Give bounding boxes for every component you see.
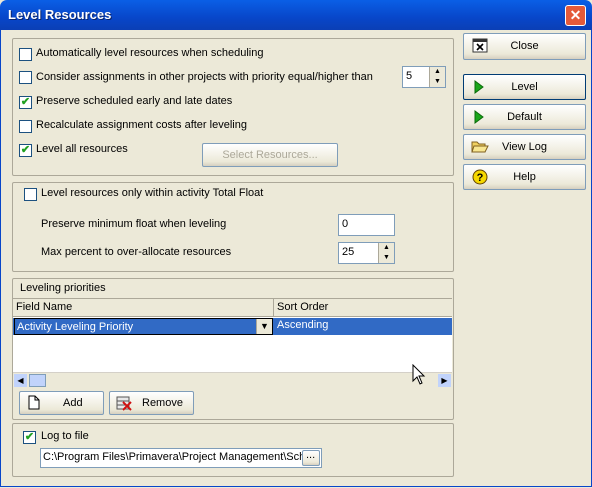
log-path-value: C:\Program Files\Primavera\Project Manag…: [43, 451, 312, 463]
remove-button[interactable]: Remove: [109, 391, 194, 415]
new-document-icon: [28, 395, 40, 410]
priority-spin-buttons[interactable]: ▲ ▼: [429, 67, 445, 87]
browse-button[interactable]: ...: [302, 449, 320, 466]
spin-up-icon[interactable]: ▲: [430, 67, 445, 77]
log-path-field[interactable]: C:\Program Files\Primavera\Project Manag…: [40, 448, 322, 468]
field-name-dropdown[interactable]: Activity Leveling Priority ▼: [14, 318, 273, 335]
close-label: Close: [510, 40, 539, 52]
horizontal-scrollbar[interactable]: ◀ ▶: [13, 372, 452, 388]
leveling-priorities-label: Leveling priorities: [20, 282, 106, 294]
add-button[interactable]: Add: [19, 391, 104, 415]
help-button[interactable]: ? Help: [463, 164, 586, 190]
remove-label: Remove: [142, 397, 183, 409]
log-to-file-checkbox[interactable]: ✔: [23, 431, 36, 444]
view-log-label: View Log: [501, 141, 548, 153]
add-label: Add: [63, 397, 83, 409]
column-header-field-name-label: Field Name: [16, 301, 73, 313]
max-over-allocate-spinner[interactable]: 25 ▲ ▼: [338, 242, 395, 264]
level-all-checkbox[interactable]: ✔: [19, 144, 32, 157]
default-button[interactable]: Default: [463, 104, 586, 130]
spin-down-icon[interactable]: ▼: [379, 253, 394, 263]
consider-other-projects-checkbox[interactable]: [19, 71, 32, 84]
within-total-float-checkbox[interactable]: [24, 188, 37, 201]
remove-icon: [116, 396, 132, 411]
mouse-cursor-icon: [412, 364, 426, 385]
column-header-sort-order[interactable]: Sort Order: [274, 299, 452, 317]
log-to-file-label: Log to file: [41, 430, 89, 442]
preserve-min-float-label: Preserve minimum float when leveling: [41, 218, 227, 230]
default-label: Default: [507, 111, 542, 123]
table-row[interactable]: Activity Leveling Priority ▼ Ascending: [13, 318, 452, 335]
chevron-down-icon[interactable]: ▼: [256, 319, 272, 334]
close-button[interactable]: Close: [463, 33, 586, 60]
sort-order-cell[interactable]: Ascending: [277, 319, 328, 331]
consider-other-projects-label: Consider assignments in other projects w…: [36, 71, 373, 83]
preserve-dates-label: Preserve scheduled early and late dates: [36, 95, 233, 107]
preserve-min-float-value: 0: [342, 218, 349, 230]
priority-spinner[interactable]: 5 ▲ ▼: [402, 66, 446, 88]
scroll-right-icon[interactable]: ▶: [438, 374, 451, 387]
window-close-button[interactable]: ✕: [565, 5, 586, 26]
select-resources-label: Select Resources...: [222, 149, 318, 161]
within-total-float-label: Level resources only within activity Tot…: [41, 187, 264, 199]
spin-up-icon[interactable]: ▲: [379, 243, 394, 253]
auto-level-checkbox[interactable]: [19, 48, 32, 61]
recalculate-costs-checkbox[interactable]: [19, 120, 32, 133]
max-over-allocate-label: Max percent to over-allocate resources: [41, 246, 232, 258]
column-header-sort-order-label: Sort Order: [277, 301, 329, 313]
max-over-allocate-spin-buttons[interactable]: ▲ ▼: [378, 243, 394, 263]
auto-level-label: Automatically level resources when sched…: [36, 47, 264, 59]
column-header-field-name[interactable]: Field Name: [13, 299, 274, 317]
spin-down-icon[interactable]: ▼: [430, 77, 445, 87]
max-over-allocate-value: 25: [342, 246, 355, 258]
level-label: Level: [511, 81, 538, 93]
view-log-button[interactable]: View Log: [463, 134, 586, 160]
priorities-table: Field Name Sort Order Activity Leveling …: [13, 298, 452, 388]
scroll-thumb[interactable]: [29, 374, 46, 387]
priority-value: 5: [406, 70, 413, 82]
title-bar: Level Resources ✕: [0, 0, 592, 30]
select-resources-button[interactable]: Select Resources...: [202, 143, 338, 167]
field-name-cell: Activity Leveling Priority: [17, 321, 134, 333]
level-all-label: Level all resources: [36, 143, 128, 155]
window-title: Level Resources: [8, 7, 112, 22]
browse-label: ...: [306, 449, 316, 461]
level-button[interactable]: Level: [463, 74, 586, 100]
recalculate-costs-label: Recalculate assignment costs after level…: [36, 119, 247, 131]
scroll-left-icon[interactable]: ◀: [14, 374, 27, 387]
help-label: Help: [513, 171, 536, 183]
preserve-min-float-field[interactable]: 0: [338, 214, 395, 236]
preserve-dates-checkbox[interactable]: ✔: [19, 96, 32, 109]
